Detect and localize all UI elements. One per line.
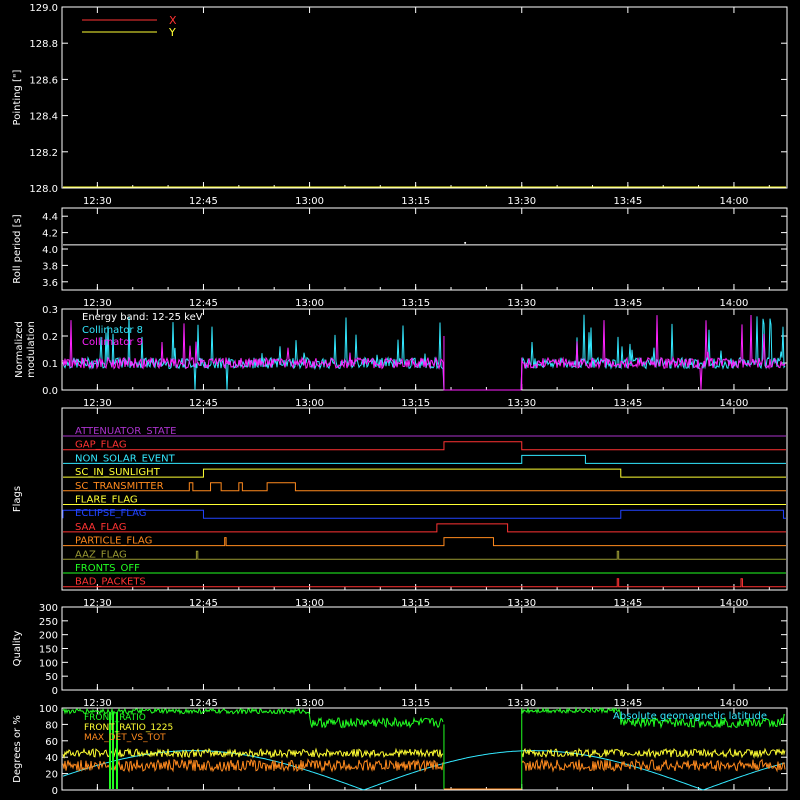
modulation-legend-label: Collimator 8 [82,325,143,336]
flag-label: PARTICLE_FLAG [75,536,152,547]
flag-label: SAA_FLAG [75,522,126,533]
flag-label: ECLIPSE_FLAG [75,508,146,519]
panel-2-xtick-label: 14:00 [720,398,749,409]
panel-1-xtick-label: 13:30 [507,298,536,309]
panel-5-ytick-label: 80 [45,720,58,731]
chart-canvas: 12:30 12:45 13:00 13:15 13:30 13:45 14:00 128.0… [12,3,788,797]
modulation-legend-label: Collimator 9 [82,337,143,348]
panel-4-frame [61,606,788,691]
panel-2-xtick-label: 12:30 [83,398,112,409]
panel-4-xtick-label: 13:15 [401,698,430,709]
panel-5-ylabel: Degrees or % [12,715,23,783]
panel-0-xtick-label: 12:30 [83,196,112,207]
flag-trace-bad-packets [63,578,786,588]
panel-0-xtick-label: 12:45 [189,196,218,207]
flag-label: FLARE_FLAG [75,495,138,506]
degrees-legend-label: FRONT_RATIO [84,713,146,723]
panel-1-ytick-label: 4.0 [42,245,58,256]
panel-1-ylabel: Roll period [s] [12,214,23,283]
panel-1-ytick-label: 4.2 [42,229,58,240]
panel-2-xtick-label: 13:15 [401,398,430,409]
panel-2-ytick-label: 0.1 [42,359,58,370]
panel-5-ytick-label: 20 [45,770,58,781]
flag-trace-gap-flag [63,441,786,451]
flag-trace-saa-flag [63,523,786,533]
flag-label: SC_TRANSMITTER [75,481,164,492]
panel-4-xtick-label: 13:30 [507,698,536,709]
panel-2-xtick-label: 13:00 [295,398,324,409]
panel-4-xtick-label: 13:00 [295,698,324,709]
panel-1-ytick-label: 4.4 [42,212,58,223]
roll-period-point [464,241,467,244]
panel-1-xtick-label: 13:45 [613,298,642,309]
panel-0-ytick-label: 129.0 [29,3,58,14]
panel-2-xtick-label: 13:30 [507,398,536,409]
panel-0-ytick-label: 128.2 [29,148,58,159]
panel-4-ytick-label: 300 [39,603,58,614]
panel-4-ylabel: Quality [12,631,23,667]
panel-4-xtick-label: 12:30 [83,698,112,709]
panel-1-xtick-label: 13:00 [295,298,324,309]
flag-label: SC_IN_SUNLIGHT [75,467,161,478]
panel-5-ytick-label: 100 [39,704,58,715]
panel-4-ytick-label: 250 [39,617,58,628]
panel-0-ytick-label: 128.8 [29,39,58,50]
panel-0-xtick-label: 14:00 [720,196,749,207]
panel-2-ylabel: Normalized [14,321,25,378]
panel-1-xtick-label: 12:45 [189,298,218,309]
panel-1-xtick-label: 13:15 [401,298,430,309]
panel-0-xtick-label: 13:00 [295,196,324,207]
panel-2-ytick-label: 0.2 [42,332,58,343]
panel-0-ytick-label: 128.4 [29,112,58,123]
panel-4-xtick-label: 12:45 [189,698,218,709]
degrees-legend-label: FRONT_RATIO_1225 [84,723,173,733]
front-ratio-1225-trace [62,747,786,760]
flag-label: BAD_PACKETS [75,577,146,588]
panel-2-ytick-label: 0.3 [42,305,58,316]
panel-0-xtick-label: 13:30 [507,196,536,207]
panel-5-ytick-label: 40 [45,753,58,764]
panel-1-xtick-label: 14:00 [720,298,749,309]
flag-trace-sc-transmitter [63,482,786,492]
flag-trace-eclipse-flag [62,509,786,519]
panel-5-ytick-label: 0 [52,786,58,797]
panel-4-ytick-label: 50 [45,672,58,683]
panel-0-xtick-label: 13:45 [613,196,642,207]
flag-label: FRONTS_OFF [75,563,140,574]
panel-4-ytick-label: 0 [52,686,58,697]
flag-label: ATTENUATOR_STATE [75,426,176,437]
panel-0-ylabel: Pointing ["] [12,69,23,125]
flag-trace-particle-flag [63,537,786,547]
panel-3-ylabel: Flags [12,486,23,512]
panel-0-ytick-label: 128.6 [29,75,58,86]
flag-trace-sc-in-sunlight [63,468,786,478]
geomagnetic-legend-label: Absolute geomagnetic latitude [613,711,767,722]
panel-1-xtick-label: 12:30 [83,298,112,309]
panel-4-ytick-label: 200 [39,631,58,642]
panel-2-ylabel: modulation [26,321,37,378]
panel-0-ytick-label: 128.0 [29,184,58,195]
panel-1-ytick-label: 3.6 [42,278,58,289]
panel-5-ytick-label: 60 [45,737,58,748]
flag-label: AAZ_FLAG [75,549,127,560]
panel-4-xtick-label: 14:00 [720,698,749,709]
panel-2-ytick-label: 0.0 [42,386,58,397]
panel-1-frame [61,207,788,291]
panel-4-ytick-label: 100 [39,658,58,669]
panel-4-xtick-label: 13:45 [613,698,642,709]
panel-0-xtick-label: 13:15 [401,196,430,207]
flag-label: NON_SOLAR_EVENT [75,453,176,464]
degrees-legend-label: MAX_DET_VS_TOT [84,733,166,743]
panel-2-xtick-label: 12:45 [189,398,218,409]
pointing-legend-label: Y [168,26,176,39]
flag-label: GAP_FLAG [75,440,127,451]
panel-4-ytick-label: 150 [39,645,58,656]
modulation-legend-title: Energy band: 12-25 keV [82,312,203,323]
flag-trace-aaz-flag [63,550,786,560]
collimator-8-trace [62,314,786,391]
collimator-9-trace [62,314,786,391]
panel-2-xtick-label: 13:45 [613,398,642,409]
panel-1-ytick-label: 3.8 [42,261,58,272]
